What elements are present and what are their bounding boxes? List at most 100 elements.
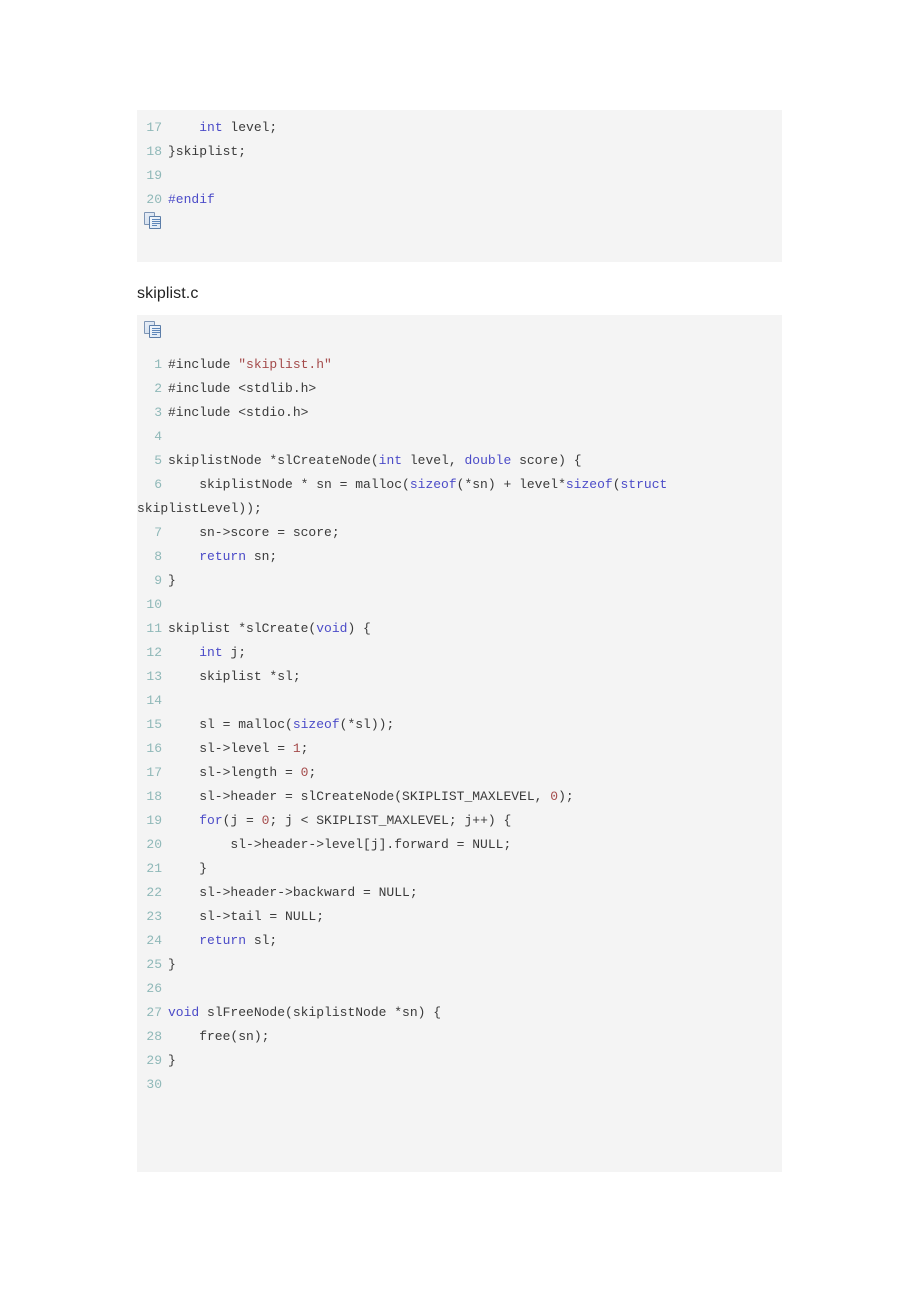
line-number: 16 — [146, 741, 162, 756]
code-token: for — [199, 813, 223, 828]
code-text: int level; — [168, 120, 277, 135]
code-token: #endif — [168, 192, 215, 207]
line-number: 10 — [146, 597, 162, 612]
code-text: sl->header->backward = NULL; — [168, 885, 418, 900]
code-token: return — [199, 933, 247, 948]
code-text: sl->header->level[j].forward = NULL; — [168, 837, 511, 852]
code-token: void — [316, 621, 348, 636]
code-text: } — [168, 573, 176, 588]
code-line: 20 sl->header->level[j].forward = NULL; — [137, 833, 782, 857]
code-token: score) { — [511, 453, 582, 468]
code-lines-skiplist-h: 17 int level; 18}skiplist; 19 20 #endif — [137, 116, 782, 212]
code-token: double — [464, 453, 512, 468]
code-text: void slFreeNode(skiplistNode *sn) { — [168, 1005, 441, 1020]
code-line: 21 } — [137, 857, 782, 881]
code-token: slFreeNode(skiplistNode *sn) { — [199, 1005, 442, 1020]
code-token: 0 — [550, 789, 559, 804]
code-text: #endif — [168, 192, 215, 207]
line-number: 1 — [154, 357, 162, 372]
code-text: #include <stdlib.h> — [168, 381, 316, 396]
code-line: 27 void slFreeNode(skiplistNode *sn) { — [137, 1001, 782, 1025]
copy-icon-front-sheet — [149, 216, 161, 229]
code-text: skiplist *sl; — [168, 669, 301, 684]
copy-icon-line — [152, 223, 160, 224]
line-number: 19 — [146, 168, 162, 183]
code-line: 17 int level; — [137, 116, 782, 140]
code-token: return — [199, 549, 247, 564]
line-number: 25 — [146, 957, 162, 972]
line-number: 23 — [146, 909, 162, 924]
line-number: 30 — [146, 1077, 162, 1092]
code-line: 23 sl->tail = NULL; — [137, 905, 782, 929]
code-token: #include <stdio.h> — [168, 405, 309, 420]
code-token: sizeof — [292, 717, 340, 732]
code-token: sl->tail = NULL; — [168, 909, 325, 924]
page-title-skiplist-c: skiplist.c — [137, 285, 199, 302]
code-line: 18 }skiplist; — [137, 140, 782, 164]
code-line: 9} — [137, 569, 782, 593]
line-number: 17 — [146, 765, 162, 780]
copy-icon-line — [152, 334, 157, 335]
code-token: ; — [308, 765, 317, 780]
line-number: 9 — [154, 573, 162, 588]
code-line: 16 sl->level = 1; — [137, 737, 782, 761]
line-number: 7 — [154, 525, 162, 540]
code-text: #include <stdio.h> — [168, 405, 308, 420]
code-text: sn->score = score; — [168, 525, 339, 540]
code-token: } — [168, 957, 176, 972]
line-number: 2 — [154, 381, 162, 396]
code-text: }skiplist; — [168, 144, 246, 159]
code-token: "skiplist.h" — [238, 357, 332, 372]
code-text: sl->header = slCreateNode(SKIPLIST_MAXLE… — [168, 789, 573, 804]
code-token: ; j < SKIPLIST_MAXLEVEL; j++) { — [269, 813, 512, 828]
code-line: 3 #include <stdio.h> — [137, 401, 782, 425]
line-number: 24 — [146, 933, 162, 948]
code-text: free(sn); — [168, 1029, 269, 1044]
copy-icon-line — [152, 221, 160, 222]
line-number: 26 — [146, 981, 162, 996]
code-text: sl = malloc(sizeof(*sl)); — [168, 717, 394, 732]
line-number: 18 — [146, 144, 162, 159]
code-line: 15 sl = malloc(sizeof(*sl)); — [137, 713, 782, 737]
code-token: sl->header->backward = NULL; — [168, 885, 418, 900]
code-token: int — [199, 645, 223, 660]
line-number: 12 — [146, 645, 162, 660]
code-token: skiplist *slCreate( — [168, 621, 317, 636]
code-token: skiplist *sl; — [168, 669, 301, 684]
code-line: 7 sn->score = score; — [137, 521, 782, 545]
code-token: int — [378, 453, 403, 468]
code-line: 13 skiplist *sl; — [137, 665, 782, 689]
code-line: 29} — [137, 1049, 782, 1073]
line-number: 5 — [154, 453, 162, 468]
copy-icon-line — [152, 225, 157, 226]
code-text: sl->level = 1; — [168, 741, 308, 756]
code-line: 26 — [137, 977, 782, 1001]
code-token: free(sn); — [168, 1029, 270, 1044]
line-number: 14 — [146, 693, 162, 708]
code-token: sl->level = — [168, 741, 293, 756]
copy-icon-line — [152, 328, 160, 329]
code-text: sl->tail = NULL; — [168, 909, 324, 924]
code-token: sl; — [246, 933, 278, 948]
code-token: ( — [612, 477, 621, 492]
code-text: skiplistNode *slCreateNode(int level, do… — [168, 453, 582, 468]
copy-icon[interactable] — [144, 212, 162, 230]
code-line: 22 sl->header->backward = NULL; — [137, 881, 782, 905]
code-token: 1 — [292, 741, 301, 756]
line-number: 20 — [146, 837, 162, 852]
line-number: 11 — [146, 621, 162, 636]
code-lines-skiplist-c: 1 #include "skiplist.h" 2 #include <stdlib.… — [137, 353, 782, 1097]
code-text: sl->length = 0; — [168, 765, 316, 780]
code-line: 24 return sl; — [137, 929, 782, 953]
code-token: skiplistNode * sn = malloc( — [168, 477, 410, 492]
code-line: 1 #include "skiplist.h" — [137, 353, 782, 377]
copy-icon[interactable] — [144, 321, 162, 339]
code-block-skiplist-h: 17 int level; 18}skiplist; 19 20 #endif — [137, 110, 782, 262]
code-token: } — [168, 861, 208, 876]
code-line: 8 return sn; — [137, 545, 782, 569]
line-number: 4 — [154, 429, 162, 444]
code-token: void — [168, 1005, 200, 1020]
